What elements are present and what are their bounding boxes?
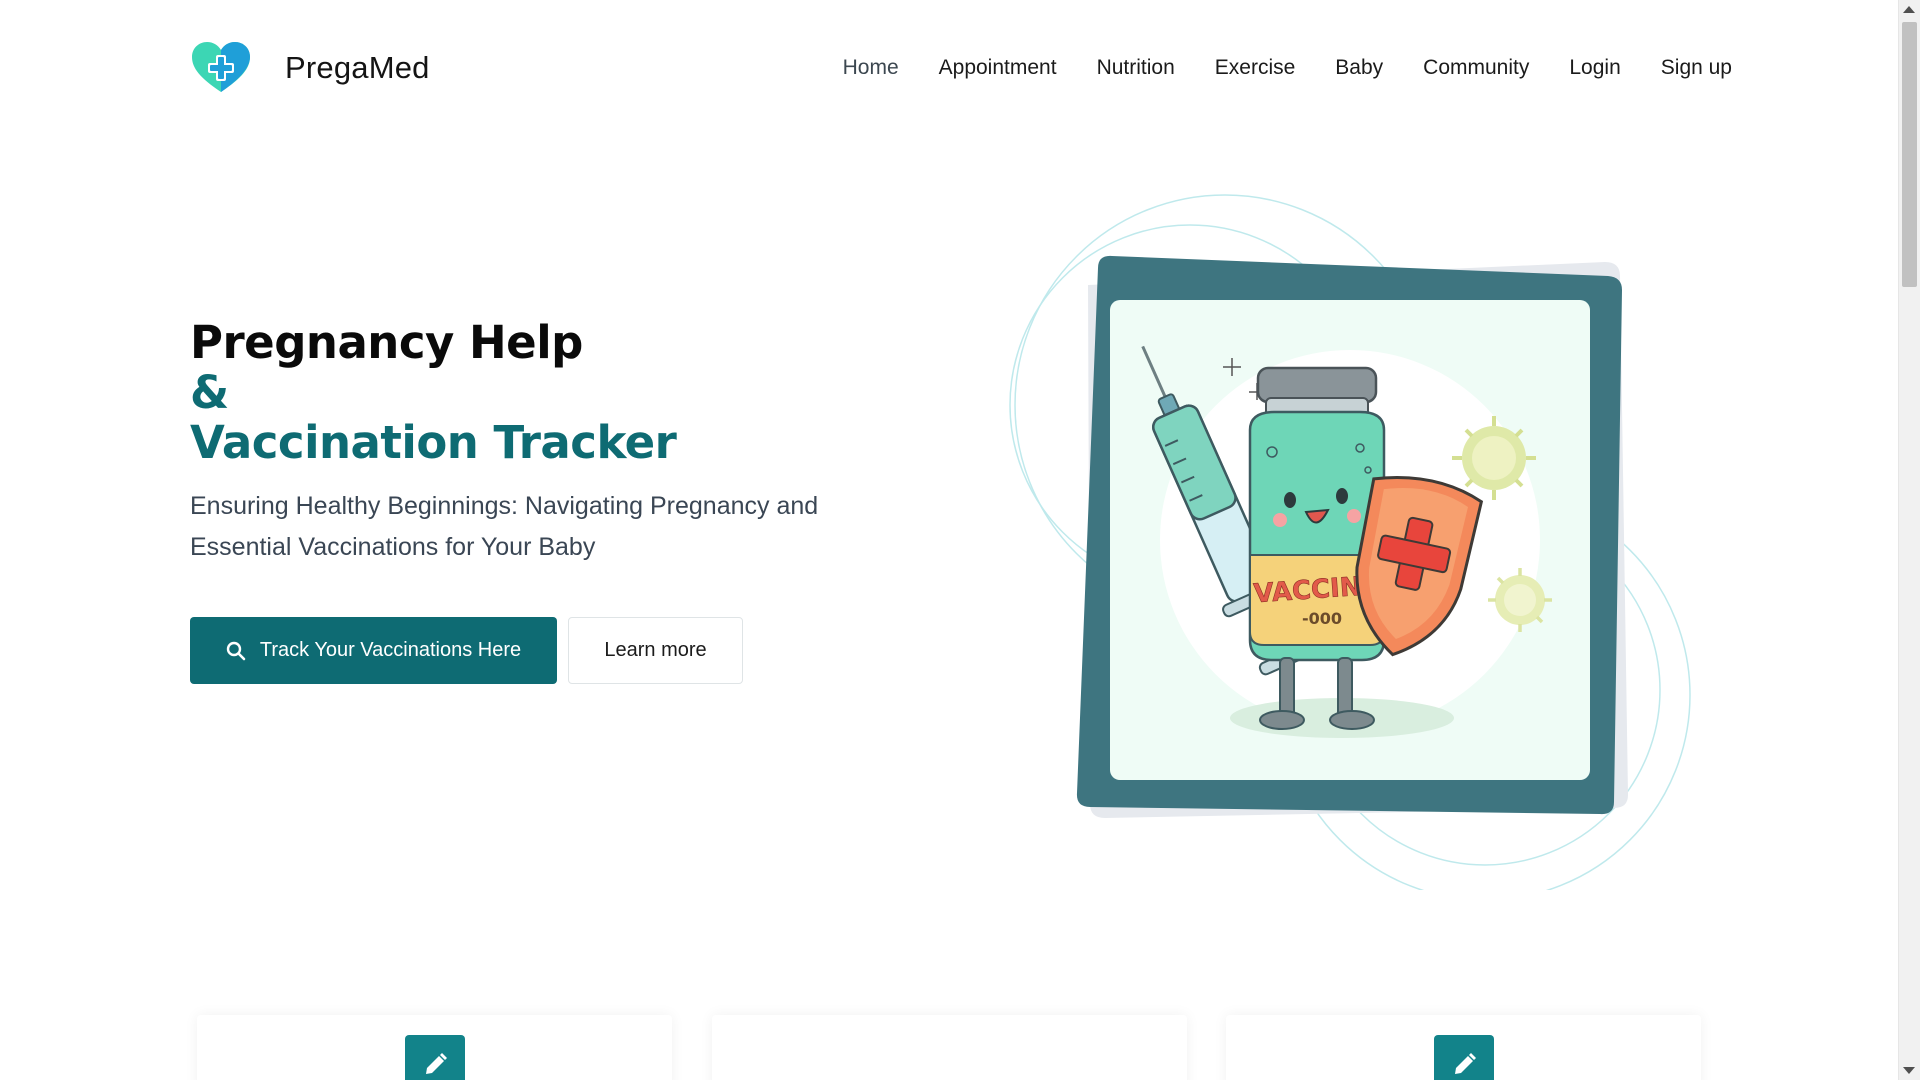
- hero-title-line3: Vaccination Tracker: [190, 416, 677, 469]
- feature-card[interactable]: [712, 1015, 1187, 1080]
- hero-title: Pregnancy Help & Vaccination Tracker: [190, 318, 890, 468]
- nav-signup[interactable]: Sign up: [1661, 56, 1732, 80]
- scroll-thumb[interactable]: [1902, 22, 1917, 287]
- heart-plus-icon: [192, 42, 250, 92]
- nav-home[interactable]: Home: [843, 56, 899, 80]
- nav-baby[interactable]: Baby: [1335, 56, 1383, 80]
- learn-more-button[interactable]: Learn more: [568, 617, 743, 684]
- brand-name: PregaMed: [285, 50, 430, 85]
- feature-card[interactable]: [1226, 1015, 1701, 1080]
- site-header: PregaMed Home Appointment Nutrition Exer…: [0, 0, 1898, 145]
- track-vaccinations-label: Track Your Vaccinations Here: [259, 639, 522, 661]
- page-scrollbar[interactable]: [1898, 0, 1920, 1080]
- scroll-up-icon[interactable]: [1903, 6, 1915, 13]
- nav-community[interactable]: Community: [1423, 56, 1529, 80]
- hero-actions: Track Your Vaccinations Here Learn more: [190, 617, 743, 684]
- pencil-icon: [404, 1035, 465, 1080]
- brand-logo[interactable]: PregaMed: [190, 40, 430, 96]
- nav-login[interactable]: Login: [1569, 56, 1620, 80]
- nav-nutrition[interactable]: Nutrition: [1097, 56, 1175, 80]
- nav-exercise[interactable]: Exercise: [1215, 56, 1296, 80]
- hero-title-ampersand: &: [190, 366, 229, 419]
- nav-appointment[interactable]: Appointment: [939, 56, 1057, 80]
- search-icon: [226, 641, 246, 660]
- hero-title-line1: Pregnancy Help: [190, 316, 583, 369]
- vaccine-illustration: VACCINE -000: [1009, 194, 1691, 890]
- track-vaccinations-button[interactable]: Track Your Vaccinations Here: [190, 617, 557, 684]
- main-nav: Home Appointment Nutrition Exercise Baby…: [843, 56, 1732, 80]
- scroll-down-icon[interactable]: [1903, 1067, 1915, 1074]
- pencil-icon: [1433, 1035, 1494, 1080]
- hero-section: Pregnancy Help & Vaccination Tracker Ens…: [190, 318, 890, 568]
- hero-subtitle: Ensuring Healthy Beginnings: Navigating …: [190, 492, 819, 561]
- bottle-sublabel: -000: [1302, 609, 1342, 628]
- feature-card[interactable]: [197, 1015, 672, 1080]
